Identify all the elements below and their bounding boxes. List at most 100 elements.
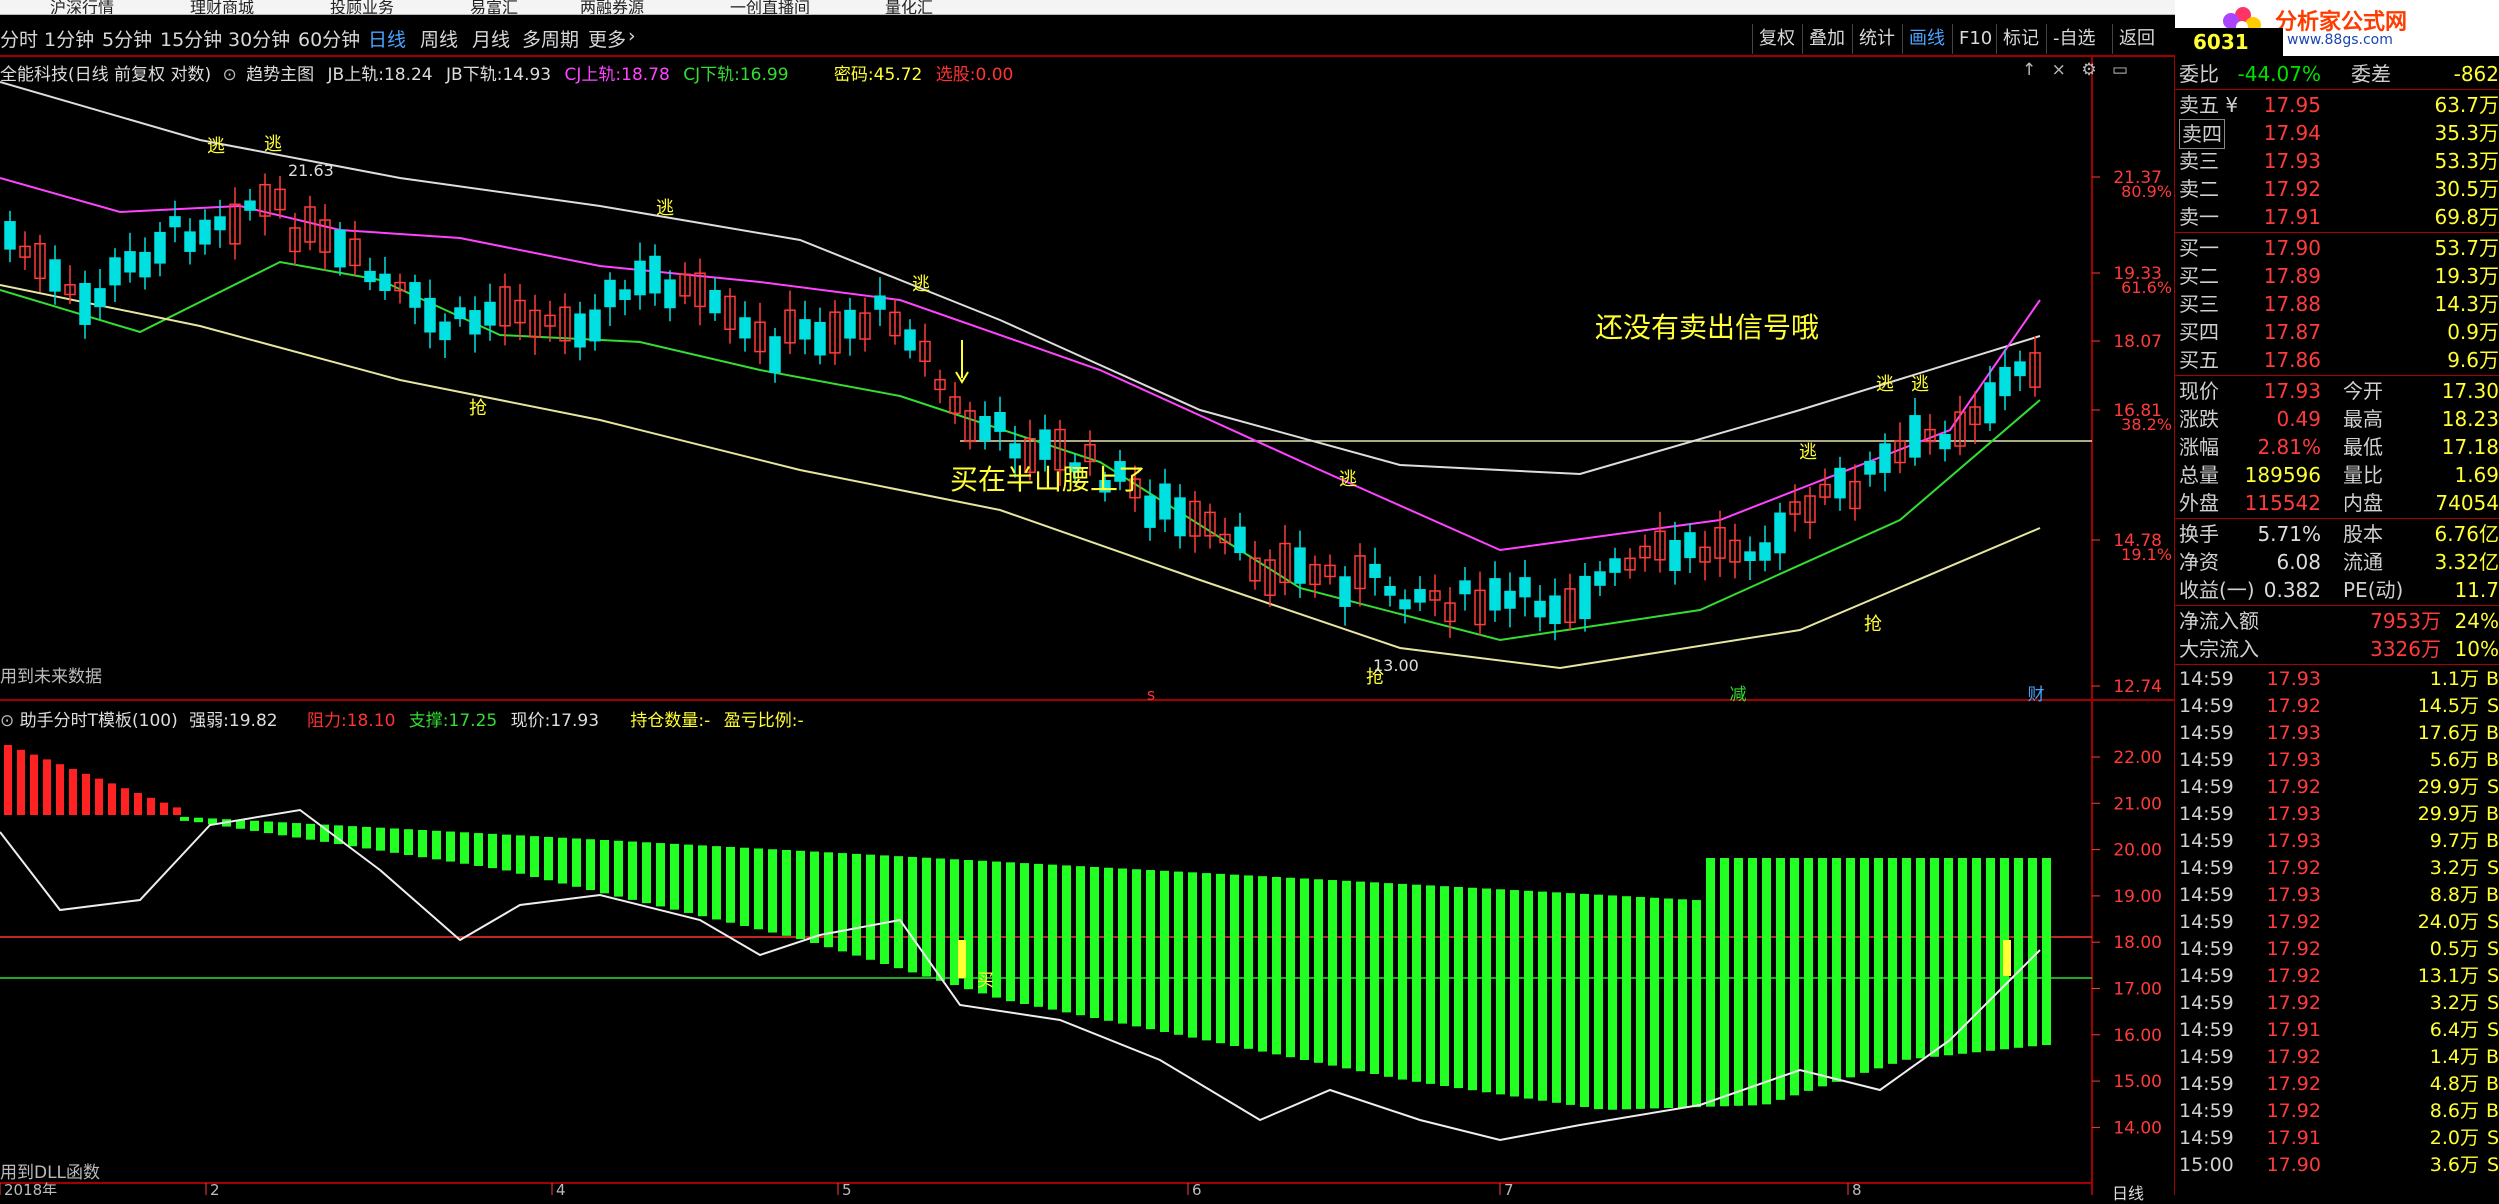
bottom-axis-mode[interactable]: 日线 [2112, 1180, 2144, 1204]
bid-row[interactable]: 买一 17.90 53.7万 [2175, 234, 2499, 262]
ask-row[interactable]: 卖四 17.94 35.3万 [2175, 119, 2499, 149]
flee-marker: 逃 [1876, 374, 1894, 395]
tool-fuquan[interactable]: 复权 [1752, 24, 1801, 54]
tick-row[interactable]: 14:59 17.92 3.2万 S [2175, 990, 2499, 1017]
tick-row[interactable]: 14:59 17.92 8.6万 B [2175, 1098, 2499, 1125]
settings-circle-icon[interactable]: ⊙ [0, 711, 14, 731]
stat2-row[interactable]: 收益(一) 0.382 PE(动) 11.7 [2175, 576, 2499, 604]
ask-price: 17.95 [2263, 93, 2321, 117]
tick-row[interactable]: 14:59 17.93 5.6万 B [2175, 747, 2499, 774]
tool-huaxian[interactable]: 画线 [1902, 24, 1951, 54]
stat2-row[interactable]: 净资 6.08 流通 3.32亿 [2175, 548, 2499, 576]
tick-row[interactable]: 14:59 17.92 24.0万 S [2175, 909, 2499, 936]
price-value: 17.93 [550, 711, 600, 731]
tick-row[interactable]: 14:59 17.92 29.9万 S [2175, 774, 2499, 801]
high-label: 21.63 [288, 161, 334, 180]
period-1min[interactable]: 1分钟 [44, 25, 94, 52]
green-bar [1202, 873, 1211, 1041]
tick-row[interactable]: 14:59 17.93 8.8万 B [2175, 882, 2499, 909]
main-chart-title: 全能科技(日线 前复权 对数) [0, 65, 212, 85]
stat-row[interactable]: 外盘 115542 内盘 74054 [2175, 489, 2499, 517]
period-day[interactable]: 日线 [368, 25, 406, 52]
tick-row[interactable]: 14:59 17.92 0.5万 S [2175, 936, 2499, 963]
settings-gear-icon[interactable]: ⚙ [2081, 60, 2096, 80]
green-bar [712, 846, 721, 920]
tick-row[interactable]: 14:59 17.93 17.6万 B [2175, 720, 2499, 747]
stat-row[interactable]: 总量 189596 量比 1.69 [2175, 461, 2499, 489]
period-60min[interactable]: 60分钟 [298, 25, 360, 52]
bid-row[interactable]: 买三 17.88 14.3万 [2175, 290, 2499, 318]
stat2-value-2: 3.32亿 [2434, 550, 2499, 574]
stat2-row[interactable]: 换手 5.71% 股本 6.76亿 [2175, 520, 2499, 548]
tool-biaoji[interactable]: 标记 [1996, 24, 2045, 54]
ask-row[interactable]: 卖二 17.92 30.5万 [2175, 175, 2499, 203]
tick-volume: 3.2万 [2429, 992, 2479, 1014]
bid-row[interactable]: 买二 17.89 19.3万 [2175, 262, 2499, 290]
period-15min[interactable]: 15分钟 [160, 25, 222, 52]
buy-bar [958, 940, 966, 978]
stat2-label-2: PE(动) [2343, 578, 2404, 602]
green-bar [1510, 890, 1519, 1097]
period-more[interactable]: 更多 [588, 25, 626, 52]
close-icon[interactable]: × [2052, 60, 2066, 80]
flow-row[interactable]: 净流入额 7953万 24% [2175, 607, 2499, 635]
tool-f10[interactable]: F10 [1952, 24, 1998, 54]
green-bar [446, 831, 455, 862]
tool-tongji[interactable]: 统计 [1852, 24, 1901, 54]
stat2-value: 0.382 [2263, 578, 2321, 602]
tick-row[interactable]: 14:59 17.92 13.1万 S [2175, 963, 2499, 990]
bid-label: 买五 [2179, 348, 2219, 372]
flow-row[interactable]: 大宗流入 3326万 10% [2175, 635, 2499, 663]
tool-fanhui[interactable]: 返回 [2112, 24, 2161, 54]
tool-diejia[interactable]: 叠加 [1802, 24, 1851, 54]
restore-icon[interactable]: ▭ [2112, 60, 2128, 80]
weibi-row[interactable]: 委比 -44.07% 委差 -862 [2175, 60, 2499, 88]
period-fenshi[interactable]: 分时 [0, 25, 38, 52]
ask-row[interactable]: 卖五 ¥ 17.95 63.7万 [2175, 91, 2499, 119]
period-month[interactable]: 月线 [472, 25, 510, 52]
stat-row[interactable]: 现价 17.93 今开 17.30 [2175, 377, 2499, 405]
settings-circle-icon[interactable]: ⊙ [222, 65, 236, 85]
tick-price: 17.93 [2266, 803, 2321, 825]
tick-time: 14:59 [2179, 938, 2234, 960]
tick-flag: B [2485, 830, 2499, 852]
green-bar [838, 853, 847, 952]
ask-row[interactable]: 卖一 17.91 69.8万 [2175, 203, 2499, 231]
green-bar [390, 828, 399, 853]
tick-row[interactable]: 14:59 17.92 1.4万 B [2175, 1044, 2499, 1071]
tick-price: 17.93 [2266, 668, 2321, 690]
tick-row[interactable]: 14:59 17.92 14.5万 S [2175, 693, 2499, 720]
ask-row[interactable]: 卖三 17.93 53.3万 [2175, 147, 2499, 175]
period-30min[interactable]: 30分钟 [228, 25, 290, 52]
tick-volume: 0.5万 [2429, 938, 2479, 960]
tick-row[interactable]: 14:59 17.93 1.1万 B [2175, 666, 2499, 693]
tick-row[interactable]: 14:59 17.93 9.7万 B [2175, 828, 2499, 855]
indicator-name[interactable]: 趋势主图 [246, 65, 314, 85]
bid-row[interactable]: 买四 17.87 0.9万 [2175, 318, 2499, 346]
green-bar [880, 855, 889, 964]
tick-volume: 1.1万 [2429, 668, 2479, 690]
resist-label: 阻力: [306, 711, 347, 731]
arrow-up-icon[interactable]: ↑ [2022, 60, 2036, 80]
period-multi[interactable]: 多周期 [522, 25, 579, 52]
tick-price: 17.92 [2266, 1073, 2321, 1095]
tick-row[interactable]: 14:59 17.92 4.8万 B [2175, 1071, 2499, 1098]
candle-body [1234, 526, 1246, 554]
bid-row[interactable]: 买五 17.86 9.6万 [2175, 346, 2499, 374]
period-5min[interactable]: 5分钟 [102, 25, 152, 52]
tick-row[interactable]: 14:59 17.92 3.2万 S [2175, 855, 2499, 882]
tick-row[interactable]: 14:59 17.91 2.0万 S [2175, 1125, 2499, 1152]
tick-row[interactable]: 14:59 17.91 6.4万 S [2175, 1017, 2499, 1044]
jb-down-value: 14.93 [502, 65, 552, 85]
chevron-right-icon[interactable]: › [628, 25, 636, 47]
sub-chart-title[interactable]: 助手分时T模板(100) [20, 711, 178, 731]
period-week[interactable]: 周线 [420, 25, 458, 52]
stat-row[interactable]: 涨幅 2.81% 最低 17.18 [2175, 433, 2499, 461]
green-bar [1342, 880, 1351, 1069]
green-bar [306, 823, 315, 840]
tool-zixuan[interactable]: -自选 [2046, 24, 2102, 54]
tick-row[interactable]: 15:00 17.90 3.6万 S [2175, 1152, 2499, 1179]
stat-row[interactable]: 涨跌 0.49 最高 18.23 [2175, 405, 2499, 433]
tick-row[interactable]: 14:59 17.93 29.9万 B [2175, 801, 2499, 828]
ask-label: 卖五 ¥ [2179, 93, 2239, 117]
